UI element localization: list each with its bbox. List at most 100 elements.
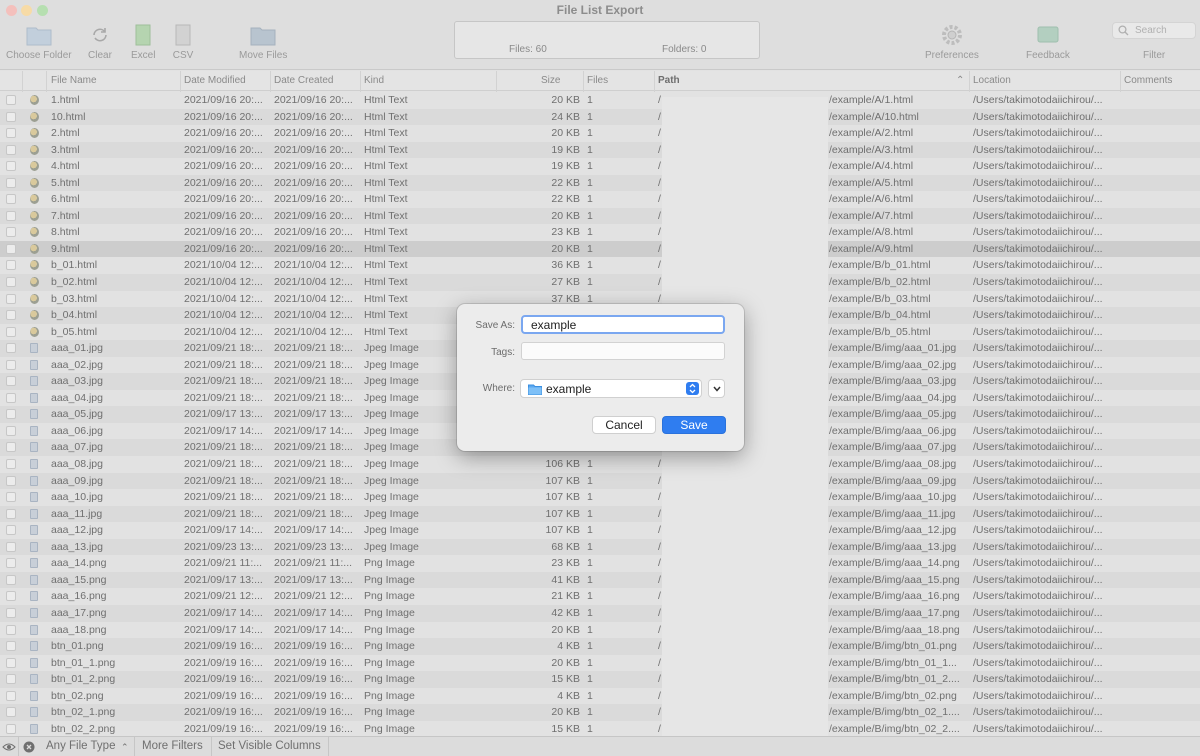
save-as-input[interactable] (521, 315, 725, 334)
row-checkbox[interactable] (6, 243, 16, 254)
row-checkbox[interactable] (6, 508, 16, 519)
more-filters-button[interactable]: More Filters (142, 740, 203, 752)
row-checkbox[interactable] (6, 161, 16, 172)
table-row[interactable]: aaa_14.png 2021/09/21 11:... 2021/09/21 11… (0, 555, 1200, 572)
row-checkbox[interactable] (6, 95, 16, 105)
row-checkbox[interactable] (6, 674, 16, 685)
row-checkbox[interactable] (6, 293, 16, 304)
table-row[interactable]: 7.html 2021/09/16 20:... 2021/09/16 20:...… (0, 207, 1200, 225)
column-header-kind[interactable]: Kind (364, 75, 384, 86)
row-checkbox[interactable] (6, 144, 16, 155)
table-row[interactable]: 2.html 2021/09/16 20:... 2021/09/16 20:...… (0, 125, 1200, 142)
row-checkbox[interactable] (6, 624, 16, 635)
cell-location: /Users/takimotodaiichirou/... (973, 524, 1103, 537)
row-checkbox[interactable] (6, 425, 16, 436)
table-row[interactable]: 10.html 2021/09/16 20:... 2021/09/16 20:..… (0, 108, 1200, 126)
cancel-button[interactable]: Cancel (592, 416, 656, 434)
table-row[interactable]: aaa_08.jpg 2021/09/21 18:... 2021/09/21 18… (0, 456, 1200, 473)
row-checkbox[interactable] (6, 574, 16, 585)
table-row[interactable]: b_01.html 2021/10/04 12:... 2021/10/04 12:… (0, 257, 1200, 275)
clear-filter-icon[interactable] (23, 741, 35, 753)
row-checkbox[interactable] (6, 310, 16, 321)
row-checkbox[interactable] (6, 558, 16, 569)
table-row[interactable]: aaa_09.jpg 2021/09/21 18:... 2021/09/21 18… (0, 472, 1200, 490)
row-checkbox[interactable] (6, 409, 16, 420)
preferences-button[interactable]: Preferences (925, 24, 979, 61)
row-checkbox[interactable] (6, 723, 16, 734)
table-row[interactable]: btn_02_2.png 2021/09/19 16:... 2021/09/19 … (0, 720, 1200, 736)
column-header-path[interactable]: Path (658, 75, 680, 86)
cell-path-tail: /example/B/img/aaa_02.jpg (829, 358, 957, 371)
row-checkbox[interactable] (6, 475, 16, 486)
tags-input[interactable] (521, 342, 725, 360)
table-row[interactable]: 5.html 2021/09/16 20:... 2021/09/16 20:...… (0, 174, 1200, 192)
excel-export-button[interactable]: Excel (131, 24, 155, 61)
row-checkbox[interactable] (6, 607, 16, 618)
table-row[interactable]: btn_01_2.png 2021/09/19 16:... 2021/09/19 … (0, 671, 1200, 688)
table-row[interactable]: btn_01.png 2021/09/19 16:... 2021/09/19 16… (0, 638, 1200, 655)
table-row[interactable]: btn_01_1.png 2021/09/19 16:... 2021/09/19 … (0, 654, 1200, 672)
expand-dialog-button[interactable] (708, 379, 725, 398)
table-row[interactable]: aaa_11.jpg 2021/09/21 18:... 2021/09/21 18… (0, 505, 1200, 523)
row-checkbox[interactable] (6, 492, 16, 503)
move-files-button[interactable]: Move Files (239, 24, 287, 61)
table-row[interactable]: aaa_13.jpg 2021/09/23 13:... 2021/09/23 13… (0, 538, 1200, 556)
row-checkbox[interactable] (6, 541, 16, 552)
row-checkbox[interactable] (6, 459, 16, 470)
table-row[interactable]: btn_02.png 2021/09/19 16:... 2021/09/19 16… (0, 687, 1200, 705)
save-button[interactable]: Save (662, 416, 726, 434)
row-checkbox[interactable] (6, 690, 16, 701)
image-file-icon (30, 541, 38, 552)
row-checkbox[interactable] (6, 376, 16, 387)
eye-icon[interactable] (2, 742, 16, 752)
table-row[interactable]: 6.html 2021/09/16 20:... 2021/09/16 20:...… (0, 191, 1200, 208)
table-row[interactable]: aaa_16.png 2021/09/21 12:... 2021/09/21 12… (0, 588, 1200, 605)
file-type-select[interactable]: Any File Type (46, 740, 115, 752)
row-checkbox[interactable] (6, 359, 16, 370)
row-checkbox[interactable] (6, 210, 16, 221)
column-header-comments[interactable]: Comments (1124, 75, 1172, 86)
table-row[interactable]: 9.html 2021/09/16 20:... 2021/09/16 20:...… (0, 240, 1200, 258)
column-header-file-name[interactable]: File Name (51, 75, 97, 86)
column-header-files[interactable]: Files (587, 75, 608, 86)
set-visible-columns-button[interactable]: Set Visible Columns (218, 740, 321, 752)
column-header-location[interactable]: Location (973, 75, 1011, 86)
row-checkbox[interactable] (6, 641, 16, 652)
table-row[interactable]: 1.html 2021/09/16 20:... 2021/09/16 20:...… (0, 92, 1200, 109)
table-row[interactable]: btn_02_1.png 2021/09/19 16:... 2021/09/19 … (0, 704, 1200, 721)
csv-export-button[interactable]: CSV (172, 24, 194, 61)
table-row[interactable]: aaa_17.png 2021/09/17 14:... 2021/09/17 14… (0, 604, 1200, 622)
row-checkbox[interactable] (6, 177, 16, 188)
row-checkbox[interactable] (6, 111, 16, 122)
row-checkbox[interactable] (6, 657, 16, 668)
choose-folder-button[interactable]: Choose Folder (6, 24, 72, 61)
table-row[interactable]: 4.html 2021/09/16 20:... 2021/09/16 20:...… (0, 158, 1200, 175)
table-row[interactable]: aaa_12.jpg 2021/09/17 14:... 2021/09/17 14… (0, 522, 1200, 539)
row-checkbox[interactable] (6, 525, 16, 536)
where-select[interactable]: example (520, 379, 702, 398)
row-checkbox[interactable] (6, 277, 16, 288)
row-checkbox[interactable] (6, 442, 16, 453)
row-checkbox[interactable] (6, 326, 16, 337)
table-row[interactable]: b_02.html 2021/10/04 12:... 2021/10/04 12:… (0, 274, 1200, 291)
filter-button[interactable]: Filter (1143, 50, 1165, 61)
table-row[interactable]: 3.html 2021/09/16 20:... 2021/09/16 20:...… (0, 141, 1200, 159)
row-checkbox[interactable] (6, 260, 16, 271)
column-header-date-modified[interactable]: Date Modified (184, 75, 246, 86)
feedback-button[interactable]: Feedback (1026, 24, 1070, 61)
table-row[interactable]: 8.html 2021/09/16 20:... 2021/09/16 20:...… (0, 224, 1200, 241)
row-checkbox[interactable] (6, 194, 16, 205)
row-checkbox[interactable] (6, 707, 16, 718)
table-row[interactable]: aaa_18.png 2021/09/17 14:... 2021/09/17 14… (0, 621, 1200, 639)
row-checkbox[interactable] (6, 343, 16, 354)
table-row[interactable]: aaa_15.png 2021/09/17 13:... 2021/09/17 13… (0, 571, 1200, 589)
column-header-size[interactable]: Size (541, 75, 560, 86)
row-checkbox[interactable] (6, 128, 16, 139)
table-row[interactable]: aaa_10.jpg 2021/09/21 18:... 2021/09/21 18… (0, 489, 1200, 506)
row-checkbox[interactable] (6, 591, 16, 602)
row-checkbox[interactable] (6, 392, 16, 403)
clear-button[interactable]: Clear (88, 24, 112, 61)
row-checkbox[interactable] (6, 227, 16, 238)
column-header-date-created[interactable]: Date Created (274, 75, 333, 86)
cell-files: 1 (587, 706, 593, 719)
